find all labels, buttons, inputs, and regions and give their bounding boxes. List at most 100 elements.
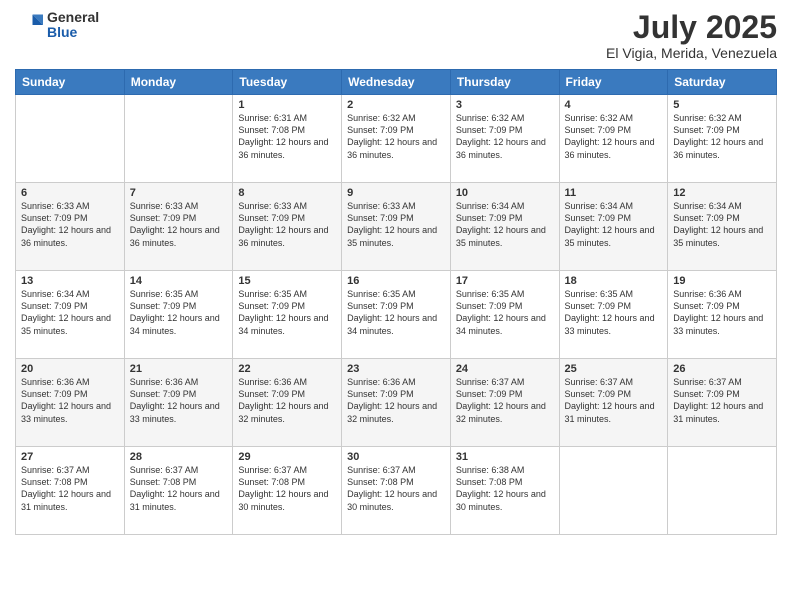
header-row: Sunday Monday Tuesday Wednesday Thursday… <box>16 70 777 95</box>
day-cell: 30Sunrise: 6:37 AM Sunset: 7:08 PM Dayli… <box>342 447 451 535</box>
col-monday: Monday <box>124 70 233 95</box>
day-cell: 17Sunrise: 6:35 AM Sunset: 7:09 PM Dayli… <box>450 271 559 359</box>
week-row-4: 27Sunrise: 6:37 AM Sunset: 7:08 PM Dayli… <box>16 447 777 535</box>
day-number: 14 <box>130 275 228 287</box>
day-cell <box>124 95 233 183</box>
logo-text: General Blue <box>47 10 99 41</box>
day-number: 31 <box>456 451 554 463</box>
day-cell: 13Sunrise: 6:34 AM Sunset: 7:09 PM Dayli… <box>16 271 125 359</box>
day-number: 10 <box>456 187 554 199</box>
day-cell: 10Sunrise: 6:34 AM Sunset: 7:09 PM Dayli… <box>450 183 559 271</box>
day-cell: 26Sunrise: 6:37 AM Sunset: 7:09 PM Dayli… <box>668 359 777 447</box>
day-info: Sunrise: 6:37 AM Sunset: 7:08 PM Dayligh… <box>21 464 119 513</box>
day-number: 13 <box>21 275 119 287</box>
logo-general-text: General <box>47 10 99 25</box>
day-cell: 18Sunrise: 6:35 AM Sunset: 7:09 PM Dayli… <box>559 271 668 359</box>
day-number: 17 <box>456 275 554 287</box>
day-cell: 9Sunrise: 6:33 AM Sunset: 7:09 PM Daylig… <box>342 183 451 271</box>
day-info: Sunrise: 6:34 AM Sunset: 7:09 PM Dayligh… <box>21 288 119 337</box>
title-block: July 2025 El Vigia, Merida, Venezuela <box>606 10 777 61</box>
day-number: 25 <box>565 363 663 375</box>
day-cell: 19Sunrise: 6:36 AM Sunset: 7:09 PM Dayli… <box>668 271 777 359</box>
day-info: Sunrise: 6:33 AM Sunset: 7:09 PM Dayligh… <box>347 200 445 249</box>
day-number: 1 <box>238 99 336 111</box>
day-cell: 7Sunrise: 6:33 AM Sunset: 7:09 PM Daylig… <box>124 183 233 271</box>
day-info: Sunrise: 6:36 AM Sunset: 7:09 PM Dayligh… <box>130 376 228 425</box>
col-thursday: Thursday <box>450 70 559 95</box>
day-number: 30 <box>347 451 445 463</box>
day-cell: 3Sunrise: 6:32 AM Sunset: 7:09 PM Daylig… <box>450 95 559 183</box>
day-info: Sunrise: 6:35 AM Sunset: 7:09 PM Dayligh… <box>456 288 554 337</box>
day-info: Sunrise: 6:34 AM Sunset: 7:09 PM Dayligh… <box>565 200 663 249</box>
day-cell: 8Sunrise: 6:33 AM Sunset: 7:09 PM Daylig… <box>233 183 342 271</box>
day-cell: 2Sunrise: 6:32 AM Sunset: 7:09 PM Daylig… <box>342 95 451 183</box>
day-number: 28 <box>130 451 228 463</box>
day-info: Sunrise: 6:32 AM Sunset: 7:09 PM Dayligh… <box>565 112 663 161</box>
day-cell: 15Sunrise: 6:35 AM Sunset: 7:09 PM Dayli… <box>233 271 342 359</box>
day-info: Sunrise: 6:33 AM Sunset: 7:09 PM Dayligh… <box>238 200 336 249</box>
col-friday: Friday <box>559 70 668 95</box>
day-cell: 29Sunrise: 6:37 AM Sunset: 7:08 PM Dayli… <box>233 447 342 535</box>
day-info: Sunrise: 6:36 AM Sunset: 7:09 PM Dayligh… <box>347 376 445 425</box>
day-cell: 6Sunrise: 6:33 AM Sunset: 7:09 PM Daylig… <box>16 183 125 271</box>
col-sunday: Sunday <box>16 70 125 95</box>
day-number: 24 <box>456 363 554 375</box>
day-cell: 24Sunrise: 6:37 AM Sunset: 7:09 PM Dayli… <box>450 359 559 447</box>
logo-icon <box>15 11 43 39</box>
day-cell: 20Sunrise: 6:36 AM Sunset: 7:09 PM Dayli… <box>16 359 125 447</box>
week-row-1: 6Sunrise: 6:33 AM Sunset: 7:09 PM Daylig… <box>16 183 777 271</box>
day-info: Sunrise: 6:32 AM Sunset: 7:09 PM Dayligh… <box>347 112 445 161</box>
day-number: 15 <box>238 275 336 287</box>
col-wednesday: Wednesday <box>342 70 451 95</box>
day-number: 19 <box>673 275 771 287</box>
page: General Blue July 2025 El Vigia, Merida,… <box>0 0 792 612</box>
col-saturday: Saturday <box>668 70 777 95</box>
day-number: 26 <box>673 363 771 375</box>
day-number: 11 <box>565 187 663 199</box>
day-info: Sunrise: 6:33 AM Sunset: 7:09 PM Dayligh… <box>21 200 119 249</box>
day-cell <box>16 95 125 183</box>
day-cell: 1Sunrise: 6:31 AM Sunset: 7:08 PM Daylig… <box>233 95 342 183</box>
day-number: 7 <box>130 187 228 199</box>
logo: General Blue <box>15 10 99 41</box>
day-info: Sunrise: 6:34 AM Sunset: 7:09 PM Dayligh… <box>456 200 554 249</box>
calendar-table: Sunday Monday Tuesday Wednesday Thursday… <box>15 69 777 535</box>
day-info: Sunrise: 6:33 AM Sunset: 7:09 PM Dayligh… <box>130 200 228 249</box>
day-info: Sunrise: 6:31 AM Sunset: 7:08 PM Dayligh… <box>238 112 336 161</box>
day-info: Sunrise: 6:32 AM Sunset: 7:09 PM Dayligh… <box>673 112 771 161</box>
week-row-3: 20 Sunrise: 6:36 AM Sunset: 7:09 PM Dayli… <box>16 359 777 447</box>
day-number: 5 <box>673 99 771 111</box>
day-cell: 31Sunrise: 6:38 AM Sunset: 7:08 PM Dayli… <box>450 447 559 535</box>
day-cell: 11Sunrise: 6:34 AM Sunset: 7:09 PM Dayli… <box>559 183 668 271</box>
day-number: 6 <box>21 187 119 199</box>
day-number: 2 <box>347 99 445 111</box>
day-info: Sunrise: 6:34 AM Sunset: 7:09 PM Dayligh… <box>673 200 771 249</box>
day-number: 27 <box>21 451 119 463</box>
week-row-0: 1Sunrise: 6:31 AM Sunset: 7:08 PM Daylig… <box>16 95 777 183</box>
day-info: Sunrise: 6:37 AM Sunset: 7:08 PM Dayligh… <box>238 464 336 513</box>
day-info: Sunrise: 6:35 AM Sunset: 7:09 PM Dayligh… <box>130 288 228 337</box>
day-cell: 22Sunrise: 6:36 AM Sunset: 7:09 PM Dayli… <box>233 359 342 447</box>
day-cell: 14Sunrise: 6:35 AM Sunset: 7:09 PM Dayli… <box>124 271 233 359</box>
day-cell: 23Sunrise: 6:36 AM Sunset: 7:09 PM Dayli… <box>342 359 451 447</box>
day-info: Sunrise: 6:38 AM Sunset: 7:08 PM Dayligh… <box>456 464 554 513</box>
day-number: 23 <box>347 363 445 375</box>
day-info: Sunrise: 6:35 AM Sunset: 7:09 PM Dayligh… <box>565 288 663 337</box>
day-number: 22 <box>238 363 336 375</box>
day-number: 29 <box>238 451 336 463</box>
day-number: 18 <box>565 275 663 287</box>
day-cell: 16Sunrise: 6:35 AM Sunset: 7:09 PM Dayli… <box>342 271 451 359</box>
day-info: Sunrise: 6:37 AM Sunset: 7:08 PM Dayligh… <box>130 464 228 513</box>
week-row-2: 13Sunrise: 6:34 AM Sunset: 7:09 PM Dayli… <box>16 271 777 359</box>
day-cell: 28Sunrise: 6:37 AM Sunset: 7:08 PM Dayli… <box>124 447 233 535</box>
day-number: 16 <box>347 275 445 287</box>
day-cell: 4Sunrise: 6:32 AM Sunset: 7:09 PM Daylig… <box>559 95 668 183</box>
day-info: Sunrise: 6:37 AM Sunset: 7:09 PM Dayligh… <box>456 376 554 425</box>
day-cell: 5Sunrise: 6:32 AM Sunset: 7:09 PM Daylig… <box>668 95 777 183</box>
day-cell: 27Sunrise: 6:37 AM Sunset: 7:08 PM Dayli… <box>16 447 125 535</box>
col-tuesday: Tuesday <box>233 70 342 95</box>
day-cell <box>559 447 668 535</box>
day-info: Sunrise: 6:36 AM Sunset: 7:09 PM Dayligh… <box>238 376 336 425</box>
header: General Blue July 2025 El Vigia, Merida,… <box>15 10 777 61</box>
day-number: 20 <box>21 363 119 375</box>
